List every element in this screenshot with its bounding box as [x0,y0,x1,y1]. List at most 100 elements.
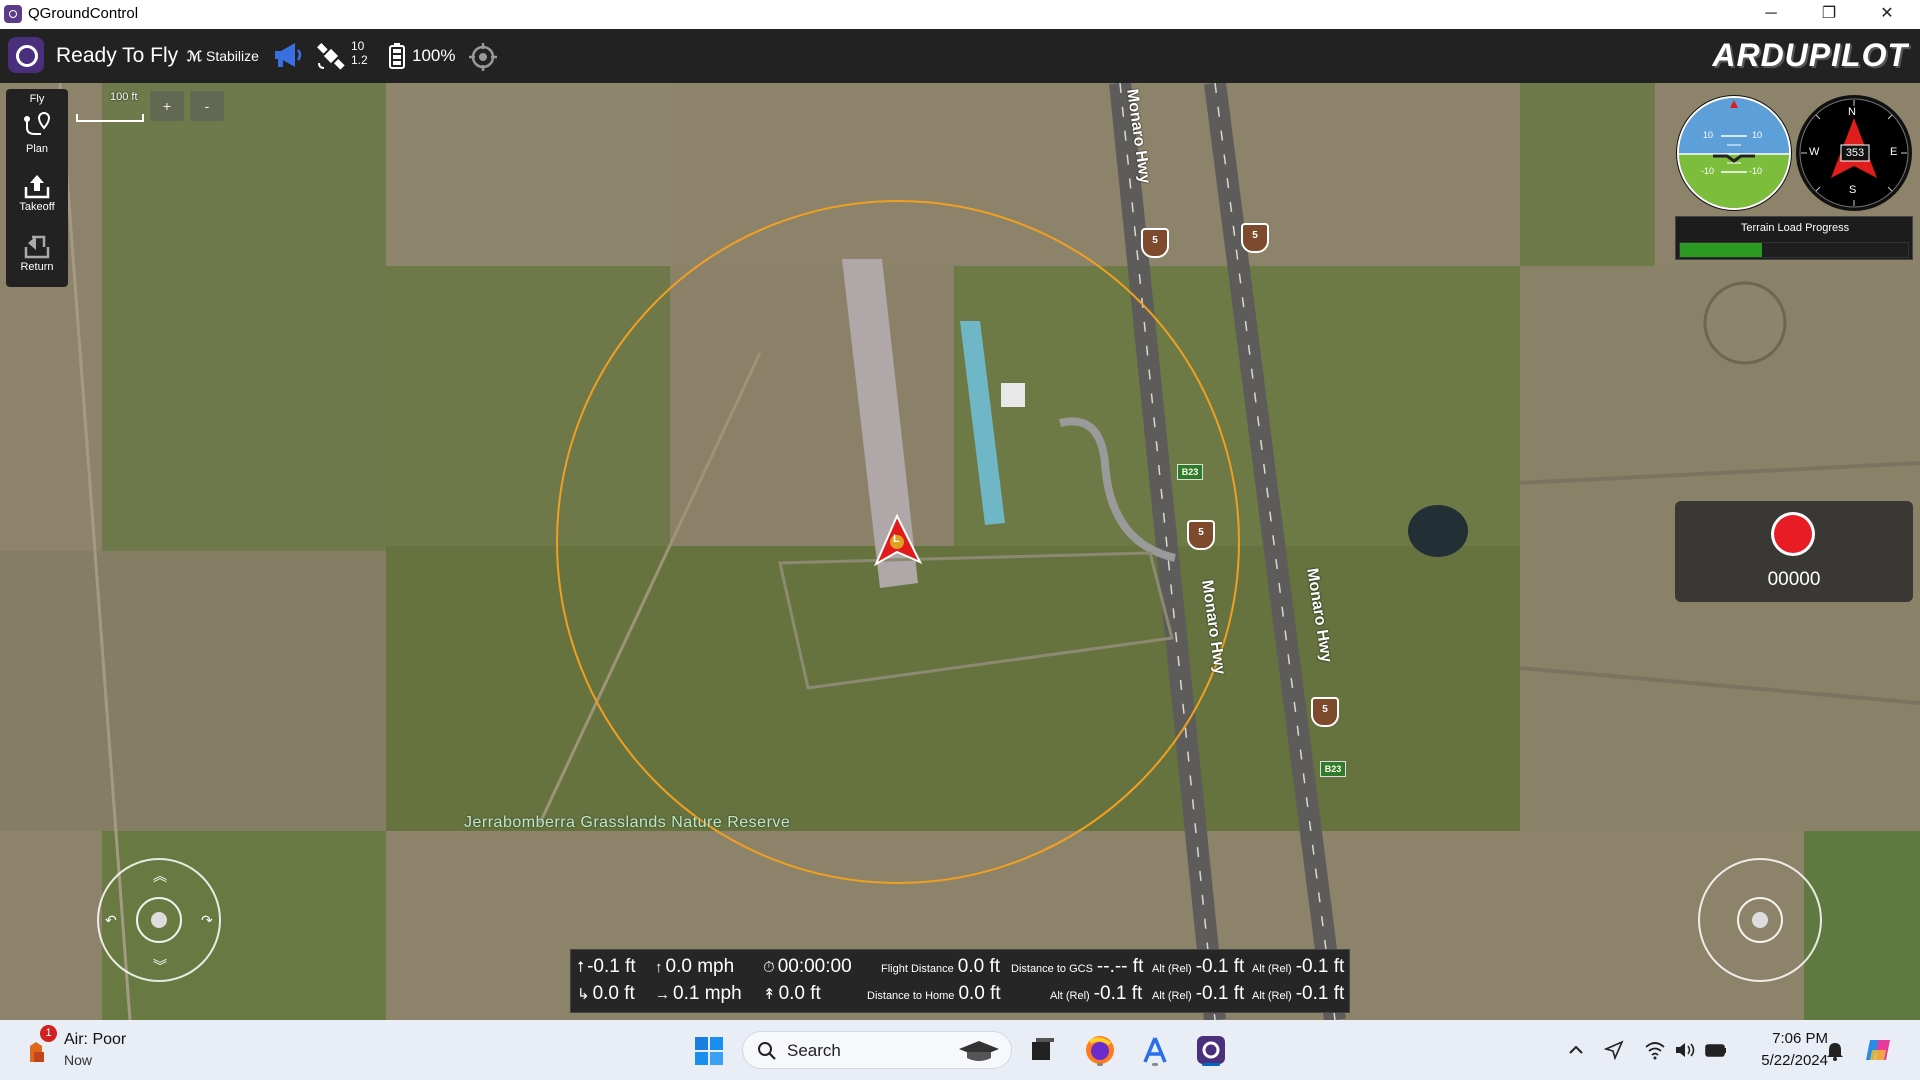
battery-icon[interactable] [1704,1040,1728,1065]
vehicle-marker-label: L [893,533,900,545]
chevron-up-icon[interactable] [1566,1040,1586,1065]
telemetry-horizontal-distance: ↳ 0.0 ft [577,983,635,1004]
joystick-down-arrow-icon: ︾ [153,958,167,974]
telemetry-alt-rel: Alt (Rel) -0.1 ft [1050,983,1143,1004]
taskbar-search[interactable]: Search [742,1031,1012,1069]
record-time: 00000 [1767,569,1821,590]
telemetry-bar[interactable]: ⭡ -0.1 ft ↑ 0.0 mph ⏱ 00:00:00 Flight Dista… [570,949,1350,1013]
weather-subtitle: Now [64,1052,93,1068]
firefox-icon[interactable] [1082,1032,1118,1068]
takeoff-arrow-icon [24,175,50,199]
compass-e: E [1890,146,1898,158]
road-shield: 5 [1187,520,1215,550]
joystick-knob[interactable] [151,912,167,928]
map-view[interactable]: L Monaro Hwy Monaro Hwy Monaro Hwy 5 5 5… [0,83,1920,1020]
telemetry-flight-time: ⏱ 00:00:00 [763,956,852,977]
horizontal-arrow-icon: ↳ [577,986,590,1003]
telemetry-distance-gcs: Distance to GCS --.-- ft [1011,956,1144,977]
messages-megaphone-icon[interactable] [272,41,304,74]
plan-route-icon [24,111,51,135]
battery-icon[interactable] [389,43,405,74]
attitude-indicator: 10 10 -10 -10 [1675,94,1793,212]
joystick-knob[interactable] [1752,912,1768,928]
flight-mode-selector[interactable]: ℳ Stabilize [187,48,259,65]
stopwatch-icon: ⏱ [763,959,775,976]
fly-toolstrip: Fly Plan Takeoff Return [6,89,68,287]
gps-satellite-icon[interactable] [316,41,346,76]
joystick-up-arrow-icon: ︽ [153,868,167,884]
terrain-progress-fill [1680,243,1762,257]
location-icon[interactable] [1603,1040,1624,1065]
windows-start-icon[interactable] [694,1036,724,1071]
notification-bell-icon[interactable] [1824,1040,1846,1067]
compass-w: W [1809,146,1820,158]
toolstrip-plan-button[interactable]: Plan [6,111,68,155]
telemetry-distance-home: Distance to Home 0.0 ft [867,983,1001,1004]
waypoint-arrow-icon: ↟ [763,986,776,1003]
zoom-out-button[interactable]: - [190,91,224,121]
right-virtual-joystick[interactable] [1698,858,1822,982]
yaw-left-arrow-icon: ↶ [105,912,117,928]
qgroundcontrol-icon[interactable] [1193,1032,1229,1068]
window-titlebar: QGroundControl ─ ❐ ✕ [0,0,1920,29]
toolstrip-takeoff-button[interactable]: Takeoff [6,173,68,213]
close-button[interactable]: ✕ [1858,0,1916,29]
route-marker: B23 [1177,464,1203,480]
pitch-label: 10 [1703,130,1714,140]
gps-satellites: 10 [351,39,365,53]
main-toolbar: Ready To Fly ℳ Stabilize 10 1.2 100% ARDU… [0,29,1920,83]
weather-title: Air: Poor [64,1031,127,1048]
windows-taskbar: 1 Air: Poor Now Search 7:06 PM 5/22/2024 [0,1020,1920,1080]
terrain-load-label: Terrain Load Progress [1740,222,1850,234]
app-active-indicator [1202,1063,1220,1066]
qgc-logo-icon[interactable] [8,37,44,73]
volume-icon[interactable] [1674,1040,1696,1065]
map-scale-bar [76,114,144,122]
copilot-icon[interactable] [1864,1036,1894,1069]
maximize-button[interactable]: ❐ [1800,0,1858,29]
yaw-right-arrow-icon: ↷ [201,912,213,928]
qgroundcontrol-app-icon [4,5,22,23]
terrain-progress-track [1679,242,1909,258]
compass-indicator: N S E W 353 [1795,94,1913,212]
compass-n: N [1848,106,1856,118]
record-button[interactable] [1771,512,1815,556]
wifi-icon[interactable] [1644,1040,1666,1065]
zoom-in-button[interactable]: + [150,91,184,121]
clock-date[interactable]: 5/22/2024 [1746,1052,1828,1069]
terrain-load-progress: Terrain Load Progress [1675,216,1913,260]
rc-rssi-icon[interactable] [469,43,497,76]
app-store-icon[interactable] [1137,1032,1173,1068]
vehicle-marker[interactable] [874,514,926,572]
minimize-button[interactable]: ─ [1742,0,1800,29]
pitch-label: -10 [1749,166,1763,176]
telemetry-distance-wp: ↟ 0.0 ft [763,983,821,1004]
vehicle-status[interactable]: Ready To Fly [56,44,178,68]
task-view-icon[interactable] [1024,1032,1060,1068]
pitch-label: 10 [1752,130,1763,140]
altitude-arrow-icon: ⭡ [577,959,585,976]
toolstrip-return-button[interactable]: Return [6,233,68,273]
telemetry-alt-rel: Alt (Rel) -0.1 ft [1252,956,1345,977]
route-marker: B23 [1320,761,1346,777]
toolstrip-takeoff-label: Takeoff [19,201,55,213]
clock-time[interactable]: 7:06 PM [1754,1030,1828,1047]
telemetry-alt-rel: Alt (Rel) -0.1 ft [1152,983,1245,1004]
gps-count: 10 1.2 [351,39,368,67]
flight-mode-label: Stabilize [205,48,259,64]
video-record-panel: 00000 [1675,501,1913,602]
telemetry-altitude: ⭡ -0.1 ft [577,956,636,977]
compass-heading: 353 [1845,147,1865,159]
search-placeholder: Search [787,1041,841,1060]
weather-badge: 1 [40,1025,57,1042]
battery-percent: 100% [412,46,456,65]
satellite-imagery [0,83,1920,1020]
toolstrip-header: Fly [29,93,45,105]
left-virtual-joystick[interactable]: ︽ ︾ ↶ ↷ [97,858,221,982]
search-icon [758,1042,776,1060]
telemetry-ground-speed: → 0.1 mph [655,983,742,1004]
reserve-label: Jerrabomberra Grasslands Nature Reserve [464,814,791,831]
road-shield: 5 [1311,697,1339,727]
telemetry-alt-rel: Alt (Rel) -0.1 ft [1152,956,1245,977]
map-scale-label: 100 ft [110,91,138,103]
